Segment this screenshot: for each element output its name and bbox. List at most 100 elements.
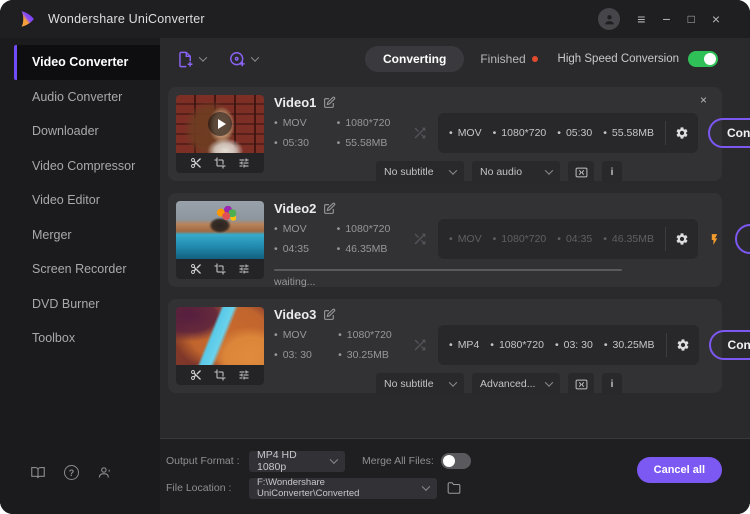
crop-icon[interactable] — [214, 263, 226, 275]
minimize-icon[interactable]: − — [662, 12, 670, 26]
high-speed-label: High Speed Conversion — [557, 53, 679, 65]
trim-icon[interactable] — [190, 369, 202, 381]
tab-finished[interactable]: Finished — [480, 52, 538, 66]
high-speed-group: High Speed Conversion — [558, 51, 718, 67]
source-format: MOV — [274, 223, 321, 235]
subtitle-select[interactable]: No subtitle — [376, 161, 464, 183]
play-button[interactable] — [208, 112, 232, 136]
file-location-value: F:\Wondershare UniConverter\Converted — [257, 477, 360, 499]
video-title: Video1 — [274, 95, 317, 110]
output-size: 55.58MB — [603, 127, 654, 139]
compress-button[interactable] — [568, 161, 594, 183]
chevron-down-icon — [544, 378, 554, 387]
trim-icon[interactable] — [190, 157, 202, 169]
sidebar-item-video-converter[interactable]: Video Converter — [14, 45, 160, 80]
merge-all-files-toggle[interactable] — [440, 453, 471, 469]
sidebar-item-downloader[interactable]: Downloader — [14, 114, 160, 149]
sidebar-item-screen-recorder[interactable]: Screen Recorder — [14, 252, 160, 287]
output-format: MOV — [449, 127, 482, 139]
task-card-video3: Video3 MOV 1080*720 03: 30 30.25MB — [168, 299, 750, 395]
toggle-knob — [704, 53, 716, 65]
add-dvd-button[interactable] — [228, 50, 260, 69]
convert-button[interactable]: Convert — [708, 330, 750, 360]
chevron-down-icon — [330, 455, 339, 464]
compress-button[interactable] — [568, 373, 594, 395]
rename-icon[interactable] — [323, 202, 336, 215]
effects-icon[interactable] — [238, 263, 250, 275]
video3-thumbnail[interactable] — [176, 307, 264, 365]
card-main: Video3 MOV 1080*720 03: 30 30.25MB — [274, 307, 750, 395]
high-speed-toggle[interactable] — [688, 51, 718, 67]
crop-icon[interactable] — [214, 157, 226, 169]
cancel-all-button[interactable]: Cancel all — [636, 457, 722, 483]
subtitle-select[interactable]: No subtitle — [376, 373, 464, 395]
sidebar-item-dvd-burner[interactable]: DVD Burner — [14, 287, 160, 322]
output-size: 30.25MB — [604, 339, 655, 351]
audio-select[interactable]: Advanced... — [472, 373, 560, 395]
output-format: MOV — [449, 233, 482, 245]
sidebar-item-video-compressor[interactable]: Video Compressor — [14, 149, 160, 184]
add-files-button[interactable] — [176, 50, 208, 69]
source-size: 30.25MB — [338, 349, 402, 361]
main-panel: Converting Finished High Speed Conversio… — [160, 38, 750, 514]
info-button[interactable]: i — [602, 373, 622, 395]
output-format-select[interactable]: MP4 HD 1080p — [249, 449, 345, 473]
cancel-button[interactable]: Cancel — [734, 224, 750, 254]
remove-task-icon[interactable]: × — [700, 94, 707, 106]
sidebar-item-video-editor[interactable]: Video Editor — [14, 183, 160, 218]
effects-icon[interactable] — [238, 157, 250, 169]
title-bar: Wondershare UniConverter ≡ − □ × — [0, 0, 750, 38]
close-icon[interactable]: × — [712, 12, 720, 26]
sidebar-item-toolbox[interactable]: Toolbox — [14, 321, 160, 356]
convert-to-icon — [412, 125, 428, 141]
video2-thumbnail[interactable] — [176, 201, 264, 259]
convert-button[interactable]: Convert — [707, 118, 750, 148]
settings-gear-icon[interactable] — [665, 333, 690, 357]
status-tabs: Converting Finished — [365, 46, 538, 72]
sidebar: Video Converter Audio Converter Download… — [0, 38, 160, 514]
video-title: Video3 — [274, 307, 317, 322]
source-resolution: 1080*720 — [337, 117, 402, 129]
video-title: Video2 — [274, 201, 317, 216]
sidebar-item-audio-converter[interactable]: Audio Converter — [14, 80, 160, 115]
settings-gear-icon[interactable] — [664, 121, 689, 145]
crop-icon[interactable] — [214, 369, 226, 381]
output-duration: 03: 30 — [555, 339, 593, 351]
user-guide-icon[interactable] — [30, 465, 46, 480]
card-main: Video1 MOV 1080*720 05:30 55.58MB — [274, 95, 750, 183]
convert-to-icon — [412, 337, 428, 353]
subtitle-select-value: No subtitle — [384, 166, 434, 178]
output-settings-box: MOV 1080*720 04:35 46.35MB — [438, 219, 698, 259]
trim-icon[interactable] — [190, 263, 202, 275]
source-resolution: 1080*720 — [337, 223, 402, 235]
file-location-select[interactable]: F:\Wondershare UniConverter\Converted — [249, 477, 437, 499]
source-size: 46.35MB — [337, 243, 402, 255]
toolbar: Converting Finished High Speed Conversio… — [160, 38, 750, 80]
account-avatar[interactable] — [598, 8, 621, 30]
settings-gear-icon[interactable] — [664, 227, 689, 251]
contact-icon[interactable] — [97, 465, 112, 480]
open-folder-icon[interactable] — [446, 481, 462, 495]
output-format-label: Output Format : — [166, 455, 240, 467]
thumbnail-column — [176, 95, 264, 173]
info-button[interactable]: i — [602, 161, 622, 183]
menu-icon[interactable]: ≡ — [637, 12, 645, 26]
video1-thumbnail[interactable] — [176, 95, 264, 153]
sidebar-item-merger[interactable]: Merger — [14, 218, 160, 253]
audio-select[interactable]: No audio — [472, 161, 560, 183]
add-disc-icon — [230, 51, 245, 66]
output-format: MP4 — [449, 339, 480, 351]
chevron-down-icon — [250, 53, 260, 62]
tab-converting[interactable]: Converting — [365, 46, 465, 72]
thumbnail-toolbar — [176, 259, 264, 279]
effects-icon[interactable] — [238, 369, 250, 381]
rename-icon[interactable] — [323, 308, 336, 321]
thumbnail-toolbar — [176, 153, 264, 173]
output-resolution: 1080*720 — [490, 339, 544, 351]
help-icon[interactable]: ? — [64, 465, 79, 480]
output-settings-box: MOV 1080*720 05:30 55.58MB — [438, 113, 698, 153]
rename-icon[interactable] — [323, 96, 336, 109]
finished-badge-dot — [531, 56, 538, 62]
maximize-icon[interactable]: □ — [688, 13, 695, 25]
output-format-value: MP4 HD 1080p — [257, 449, 297, 473]
